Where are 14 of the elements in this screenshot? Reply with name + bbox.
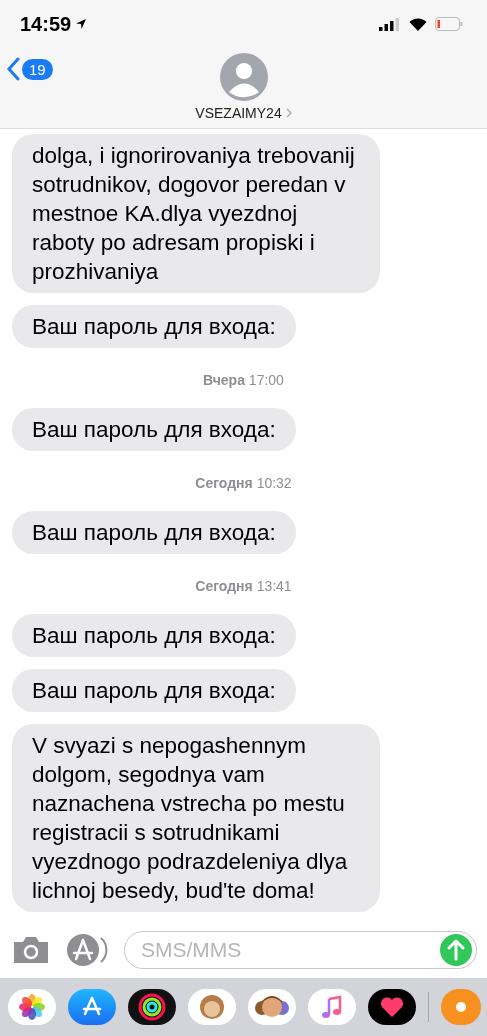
timestamp: Сегодня 10:32 <box>195 475 292 491</box>
message-bubble: Ваш пароль для входа: <box>12 614 296 657</box>
text-input[interactable]: SMS/MMS <box>139 937 440 963</box>
message-bubble: V svyazi s nepogashennym dolgom, segodnya vam naznachena vstrecha po mestu registracii s sotrudnikami vyezdnogo podrazdeleniya dlya lichnoj besedy, bud'te doma! <box>12 724 380 912</box>
message-bubble: Ваш пароль для входа: <box>12 408 296 451</box>
status-time: 14:59 <box>20 12 72 36</box>
contact-name[interactable]: VSEZAIMY24 <box>195 105 282 121</box>
unread-count-badge[interactable]: 19 <box>22 58 53 80</box>
message-bubble: Ваш пароль для входа: <box>12 669 296 712</box>
message-bubble: Ваш пароль для входа: <box>12 511 296 554</box>
message-bubble: Ваш пароль для входа: <box>12 305 296 348</box>
message-bubble: dolga, i ignorirovaniya trebovanij sotrudnikov, dogovor peredan v mestnoe KA.dlya vyezdnoj raboty po adresam propiski i prozhivaniya <box>12 134 380 293</box>
timestamp: Вчера 17:00 <box>203 372 284 388</box>
timestamp: Сегодня 13:41 <box>195 578 292 594</box>
